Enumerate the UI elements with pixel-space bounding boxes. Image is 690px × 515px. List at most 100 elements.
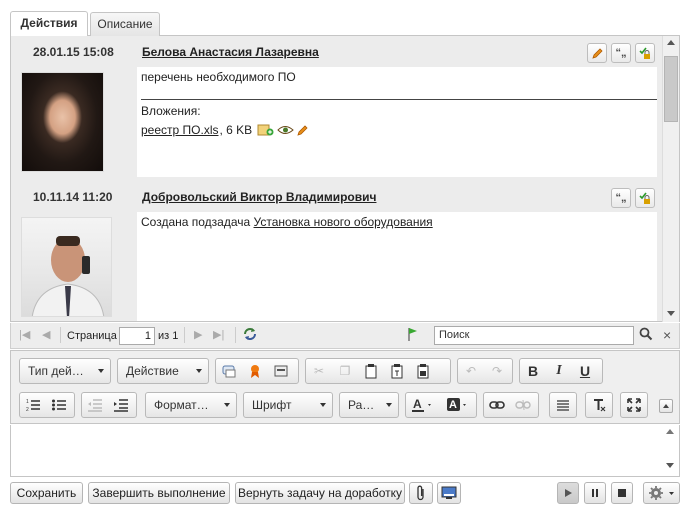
- link-icon[interactable]: [484, 393, 510, 417]
- search-input[interactable]: Поиск: [434, 326, 634, 345]
- award-icon[interactable]: [242, 359, 268, 383]
- portrait-image: [31, 236, 105, 316]
- clear-format-icon[interactable]: [586, 393, 612, 417]
- paste-icon[interactable]: [358, 359, 384, 383]
- finish-button[interactable]: Завершить выполнение: [88, 482, 230, 504]
- tab-description[interactable]: Описание: [90, 12, 160, 37]
- last-page-icon[interactable]: ▶|: [213, 328, 224, 341]
- redo-icon[interactable]: ↷: [484, 359, 510, 383]
- editor-toolbar: Тип дей… Действие ✂ ❐ ↶ ↷ B I U 12 Форма…: [10, 350, 680, 424]
- return-task-button[interactable]: Вернуть задачу на доработку: [235, 482, 405, 504]
- chevron-up-icon: [663, 404, 669, 408]
- history-panel: 28.01.15 15:08 Белова Анастасия Лазаревн…: [10, 36, 680, 322]
- quote-icon: “„: [615, 192, 627, 204]
- attachment-link[interactable]: реестр ПО.xls: [141, 123, 218, 137]
- scroll-down-icon[interactable]: [667, 311, 675, 316]
- format-dropdown[interactable]: Формат…: [145, 392, 237, 418]
- tab-actions[interactable]: Действия: [10, 11, 88, 37]
- comment-editor[interactable]: [10, 425, 680, 477]
- text-color-icon[interactable]: A: [406, 393, 441, 417]
- format-label: Формат…: [154, 398, 209, 412]
- attach-file-button[interactable]: [409, 482, 433, 504]
- clear-search-icon[interactable]: ×: [663, 327, 671, 343]
- settings-button[interactable]: [643, 482, 680, 504]
- flag-icon[interactable]: [406, 326, 420, 345]
- pause-button[interactable]: [584, 482, 606, 504]
- pencil-icon: [591, 47, 603, 59]
- add-to-library-icon[interactable]: [257, 123, 274, 137]
- lock-check-icon: [639, 47, 650, 59]
- save-button[interactable]: Сохранить: [10, 482, 83, 504]
- svg-text:1: 1: [26, 399, 29, 405]
- clipboard-group: ✂ ❐: [305, 358, 451, 384]
- avatar-belova: [21, 72, 104, 172]
- history-scrollbar[interactable]: [662, 36, 679, 322]
- play-button[interactable]: [557, 482, 579, 504]
- numbered-list-icon[interactable]: 12: [20, 393, 46, 417]
- copy-icon[interactable]: ❐: [332, 359, 358, 383]
- insert-comment-icon[interactable]: [216, 359, 242, 383]
- tab-bar: Действия Описание: [10, 10, 680, 37]
- color-group: A A: [405, 392, 477, 418]
- entry-author-link[interactable]: Добровольский Виктор Владимирович: [142, 190, 376, 204]
- undo-icon[interactable]: ↶: [458, 359, 484, 383]
- eye-icon[interactable]: [277, 124, 294, 136]
- collapse-toolbar-button[interactable]: [659, 399, 673, 413]
- stop-button[interactable]: [611, 482, 633, 504]
- attachments-label: Вложения:: [141, 104, 201, 118]
- subtask-link[interactable]: Установка нового оборудования: [254, 215, 433, 229]
- pause-icon: [592, 489, 598, 497]
- background-color-icon[interactable]: A: [441, 393, 476, 417]
- font-size-dropdown[interactable]: Ра…: [339, 392, 399, 418]
- unlink-icon[interactable]: [510, 393, 536, 417]
- paste-word-icon[interactable]: [410, 359, 436, 383]
- cut-icon[interactable]: ✂: [306, 359, 332, 383]
- action-dropdown[interactable]: Действие: [117, 358, 209, 384]
- entry-date: 10.11.14 11:20: [33, 190, 113, 204]
- history-group: ↶ ↷: [457, 358, 513, 384]
- page-number-input[interactable]: 1: [119, 327, 155, 345]
- chevron-down-icon: [224, 403, 230, 407]
- scroll-thumb[interactable]: [664, 56, 678, 122]
- search-icon[interactable]: [639, 327, 653, 344]
- quote-entry-button[interactable]: “„: [611, 188, 631, 208]
- indent-icon[interactable]: [108, 393, 134, 417]
- prev-page-icon[interactable]: ◀: [42, 328, 50, 341]
- first-page-icon[interactable]: |◀: [19, 328, 30, 341]
- quote-entry-button[interactable]: “„: [611, 43, 631, 63]
- bullet-list-icon[interactable]: [46, 393, 72, 417]
- outdent-icon[interactable]: [82, 393, 108, 417]
- scroll-up-icon[interactable]: [667, 40, 675, 45]
- entry-author-link[interactable]: Белова Анастасия Лазаревна: [142, 45, 319, 59]
- italic-icon[interactable]: I: [546, 359, 572, 383]
- attachment-size: , 6 KB: [219, 123, 253, 137]
- bold-icon[interactable]: B: [520, 359, 546, 383]
- scroll-up-icon[interactable]: [666, 429, 674, 434]
- scroll-down-icon[interactable]: [666, 463, 674, 468]
- clear-format-group: [585, 392, 613, 418]
- horizontal-rule-icon[interactable]: [550, 393, 576, 417]
- visibility-entry-button[interactable]: [635, 43, 655, 63]
- screenshot-button[interactable]: [437, 482, 461, 504]
- insert-group: [215, 358, 299, 384]
- underline-icon[interactable]: U: [572, 359, 598, 383]
- refresh-icon[interactable]: [242, 326, 258, 345]
- action-type-dropdown[interactable]: Тип дей…: [19, 358, 111, 384]
- insert-template-icon[interactable]: [268, 359, 294, 383]
- font-dropdown[interactable]: Шрифт: [243, 392, 333, 418]
- avatar-dobrovolsky: [21, 217, 112, 317]
- indent-group: [81, 392, 137, 418]
- entry-body: Создана подзадача Установка нового обору…: [137, 212, 657, 321]
- next-page-icon[interactable]: ▶: [194, 328, 202, 341]
- pencil-icon[interactable]: [297, 124, 309, 136]
- divider: [141, 99, 657, 100]
- font-size-label: Ра…: [348, 398, 375, 412]
- maximize-icon[interactable]: [621, 393, 647, 417]
- edit-entry-button[interactable]: [587, 43, 607, 63]
- visibility-entry-button[interactable]: [635, 188, 655, 208]
- link-group: [483, 392, 539, 418]
- page-label: Страница: [67, 330, 117, 342]
- list-group: 12: [19, 392, 75, 418]
- paste-text-icon[interactable]: [384, 359, 410, 383]
- play-icon: [565, 489, 572, 497]
